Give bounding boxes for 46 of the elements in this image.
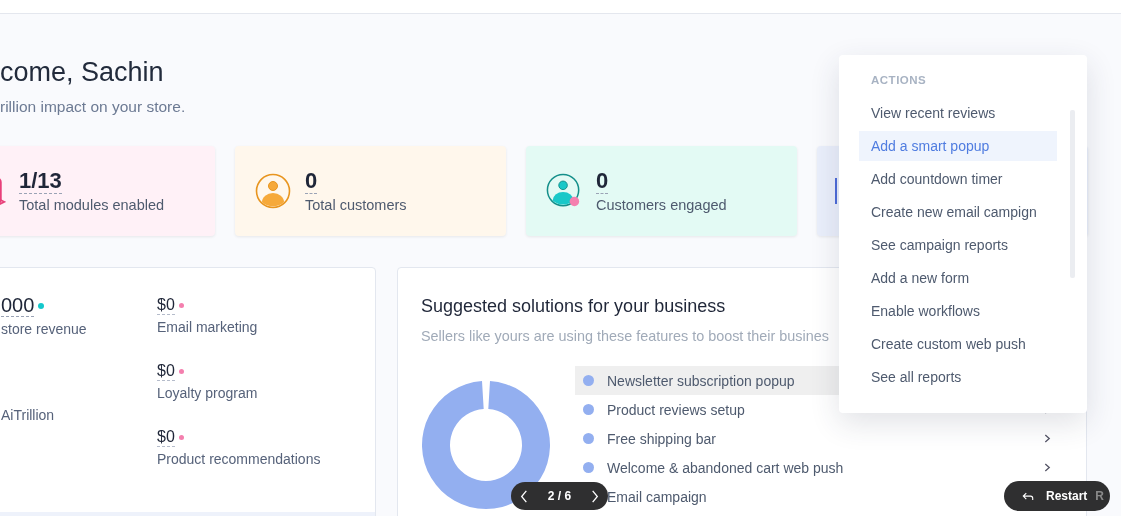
stat-value: 1/13	[19, 169, 62, 194]
revenue-label: store revenue	[1, 321, 88, 337]
undo-icon	[1022, 491, 1034, 501]
user-icon	[546, 173, 582, 209]
welcome-subtitle: rillion impact on your store.	[0, 98, 186, 116]
menu-item[interactable]: View recent reviews	[859, 98, 1057, 128]
previous-icon[interactable]	[520, 489, 528, 503]
menu-item[interactable]: Add countdown timer	[859, 164, 1057, 194]
bullet-dot	[583, 462, 594, 473]
restart-button[interactable]: Restart R	[1004, 481, 1110, 511]
suggestion-item[interactable]: Email campaign	[607, 488, 707, 505]
bullet-dot	[583, 404, 594, 415]
stat-value: 0	[596, 169, 609, 194]
revenue-value: $0	[157, 362, 175, 381]
chevron-icon	[1044, 434, 1051, 443]
stat-label: Customers engaged	[596, 197, 727, 213]
menu-heading: ACTIONS	[871, 74, 928, 86]
bullet-dot	[583, 375, 594, 386]
revenue-value: 000	[1, 294, 35, 317]
user-icon	[255, 173, 291, 209]
suggestion-item[interactable]: Welcome & abandoned cart web push	[607, 459, 844, 476]
revenue-label: Loyalty program	[157, 385, 259, 401]
revenue-label: Product recommendations	[157, 451, 321, 467]
card-title: Suggested solutions for your business	[421, 296, 726, 317]
revenue-value: $0	[157, 428, 175, 447]
menu-item[interactable]: Create new email campign	[859, 197, 1057, 227]
card-subtitle: Sellers like yours are using these features to boost their busines	[421, 328, 829, 344]
menu-item[interactable]: Enable workflows	[859, 296, 1057, 326]
suggestion-item[interactable]: Free shipping bar	[607, 430, 716, 447]
stat-label: Total customers	[305, 197, 407, 213]
page-counter: 2 / 6	[547, 489, 572, 503]
stat-value: 0	[305, 169, 318, 194]
revenue-value: $0	[157, 296, 175, 315]
suggestion-item[interactable]: Product reviews setup	[607, 401, 745, 418]
next-icon[interactable]	[591, 489, 599, 503]
stat-label: Total modules enabled	[19, 197, 165, 213]
menu-item[interactable]: Add a smart popup	[859, 131, 1057, 161]
menu-item[interactable]: See campaign reports	[859, 230, 1057, 260]
source-label: AiTrillion	[1, 407, 56, 423]
revenue-label: Email marketing	[157, 319, 259, 335]
menu-item[interactable]: Add a new form	[859, 263, 1057, 293]
chevron-icon	[1044, 463, 1051, 472]
bullet-dot	[583, 433, 594, 444]
menu-item[interactable]: Create custom web push	[859, 329, 1057, 359]
welcome-title: come, Sachin	[0, 56, 164, 88]
shortcut-key: R	[1095, 489, 1105, 503]
